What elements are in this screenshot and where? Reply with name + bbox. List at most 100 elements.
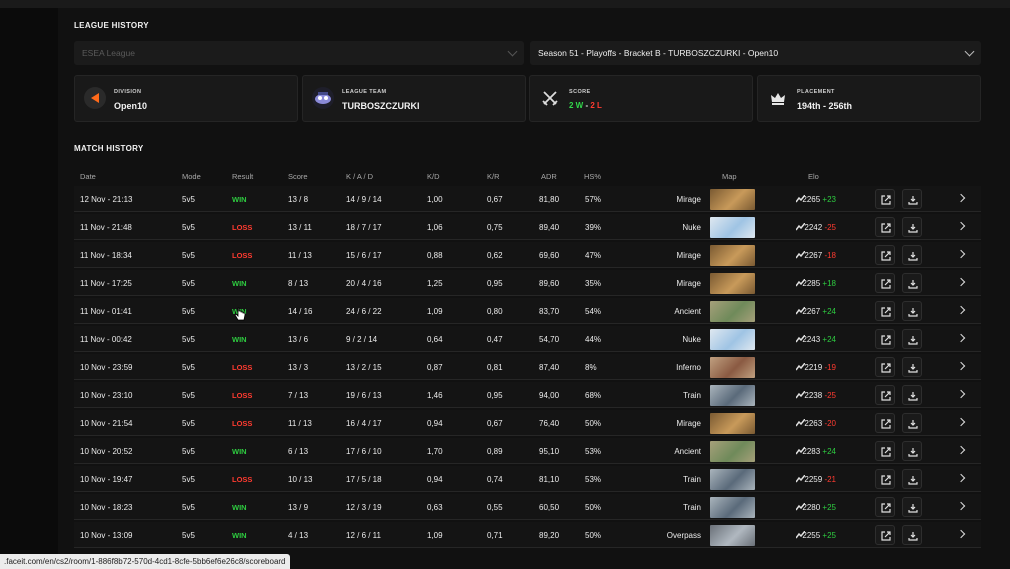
table-row[interactable]: 10 Nov - 23:10 5v5 LOSS 7 / 13 19 / 6 / 13 1,… xyxy=(74,382,981,408)
match-map: Mirage xyxy=(676,195,701,204)
download-demo-button[interactable] xyxy=(902,497,922,517)
chevron-right-icon[interactable] xyxy=(956,445,966,455)
table-row[interactable]: 11 Nov - 21:48 5v5 LOSS 13 / 11 18 / 7 / 17 1… xyxy=(74,214,981,240)
download-demo-button[interactable] xyxy=(902,217,922,237)
download-icon xyxy=(908,280,918,289)
match-kr: 0,81 xyxy=(487,363,503,372)
download-demo-button[interactable] xyxy=(902,189,922,209)
external-link-icon xyxy=(881,419,891,429)
table-row[interactable]: 11 Nov - 01:415v5WIN14 / 1624 / 6 / 221,… xyxy=(74,298,981,324)
division-value: Open10 xyxy=(114,101,148,111)
open-match-button[interactable] xyxy=(875,245,895,265)
table-row[interactable]: 10 Nov - 23:59 5v5 LOSS 13 / 3 13 / 2 / 15 0,… xyxy=(74,354,981,380)
match-mode: 5v5 xyxy=(182,279,195,288)
match-score: 10 / 13 xyxy=(288,475,313,484)
elo-delta: +25 xyxy=(822,503,836,512)
elo-value: 2263 -20 xyxy=(774,419,836,428)
table-row[interactable]: 11 Nov - 17:25 5v5 WIN 8 / 13 20 / 4 / 16 1,2… xyxy=(74,270,981,296)
chevron-right-icon[interactable] xyxy=(956,277,966,287)
season-select[interactable]: Season 51 - Playoffs - Bracket B - TURBO… xyxy=(530,41,981,65)
match-date: 10 Nov - 21:54 xyxy=(80,419,133,428)
match-kd: 1,09 xyxy=(427,307,443,316)
open-match-button[interactable] xyxy=(875,385,895,405)
table-row[interactable]: 10 Nov - 18:23 5v5 WIN 13 / 9 12 / 3 / 19 0,6… xyxy=(74,494,981,520)
table-row[interactable]: 11 Nov - 00:42 5v5 WIN 13 / 6 9 / 2 / 14 0,64… xyxy=(74,326,981,352)
download-demo-button[interactable] xyxy=(902,301,922,321)
match-map: Mirage xyxy=(676,419,701,428)
chevron-right-icon[interactable] xyxy=(956,389,966,399)
open-match-button[interactable] xyxy=(875,497,895,517)
chevron-right-icon[interactable] xyxy=(956,501,966,511)
chevron-right-icon[interactable] xyxy=(956,417,966,427)
download-demo-button[interactable] xyxy=(902,245,922,265)
match-kad: 9 / 2 / 14 xyxy=(346,335,378,344)
open-match-button[interactable] xyxy=(875,329,895,349)
match-result: LOSS xyxy=(232,363,253,372)
chevron-right-icon[interactable] xyxy=(956,529,966,539)
match-kad: 16 / 4 / 17 xyxy=(346,419,382,428)
external-link-icon xyxy=(881,391,891,401)
match-mode: 5v5 xyxy=(182,363,195,372)
open-match-button[interactable] xyxy=(875,413,895,433)
elo-value: 2259 -21 xyxy=(774,475,836,484)
elo-value: 2242 -25 xyxy=(774,223,836,232)
open-match-button[interactable] xyxy=(875,189,895,209)
match-kad: 19 / 6 / 13 xyxy=(346,391,382,400)
match-result: LOSS xyxy=(232,391,253,400)
external-link-icon xyxy=(881,475,891,485)
download-demo-button[interactable] xyxy=(902,413,922,433)
league-team-card[interactable]: LEAGUE TEAM TURBOSZCZURKI xyxy=(302,75,526,122)
download-demo-button[interactable] xyxy=(902,273,922,293)
chevron-right-icon[interactable] xyxy=(956,333,966,343)
open-match-button[interactable] xyxy=(875,301,895,321)
match-result: WIN xyxy=(232,531,247,540)
match-kd: 1,09 xyxy=(427,531,443,540)
open-match-button[interactable] xyxy=(875,525,895,545)
download-demo-button[interactable] xyxy=(902,525,922,545)
chevron-right-icon[interactable] xyxy=(956,193,966,203)
external-link-icon xyxy=(881,223,891,233)
score-value: 2 W - 2 L xyxy=(569,101,602,110)
download-demo-button[interactable] xyxy=(902,441,922,461)
chevron-right-icon[interactable] xyxy=(956,249,966,259)
chevron-right-icon[interactable] xyxy=(956,473,966,483)
table-row[interactable]: 10 Nov - 21:54 5v5 LOSS 11 / 13 16 / 4 / 17 0… xyxy=(74,410,981,436)
table-row[interactable]: 10 Nov - 19:47 5v5 LOSS 10 / 13 17 / 5 / 18 0… xyxy=(74,466,981,492)
open-match-button[interactable] xyxy=(875,469,895,489)
chevron-right-icon[interactable] xyxy=(956,361,966,371)
elo-delta: -20 xyxy=(824,419,836,428)
league-select[interactable]: ESEA League xyxy=(74,41,524,65)
open-match-button[interactable] xyxy=(875,273,895,293)
match-score: 4 / 13 xyxy=(288,531,309,540)
chevron-right-icon[interactable] xyxy=(956,221,966,231)
open-match-button[interactable] xyxy=(875,441,895,461)
chevron-down-icon xyxy=(507,46,518,57)
table-header: Date Mode Result Score K / A / D K/D K/R… xyxy=(74,168,981,186)
match-mode: 5v5 xyxy=(182,195,195,204)
download-demo-button[interactable] xyxy=(902,469,922,489)
open-match-button[interactable] xyxy=(875,357,895,377)
download-demo-button[interactable] xyxy=(902,385,922,405)
table-row[interactable]: 10 Nov - 20:52 5v5 WIN 6 / 13 17 / 6 / 10 1,7… xyxy=(74,438,981,464)
match-kd: 1,46 xyxy=(427,391,443,400)
elo-number: 2265 xyxy=(802,195,821,204)
placement-value: 194th - 256th xyxy=(797,101,853,111)
table-row[interactable]: 12 Nov - 21:13 5v5 WIN 13 / 8 14 / 9 / 14 1,0… xyxy=(74,186,981,212)
column-header-kr: K/R xyxy=(487,172,500,181)
match-adr: 89,40 xyxy=(539,223,560,232)
match-adr: 81,10 xyxy=(539,475,560,484)
elo-value: 2267 -18 xyxy=(774,251,836,260)
elo-delta: -25 xyxy=(824,223,836,232)
download-demo-button[interactable] xyxy=(902,357,922,377)
match-result: LOSS xyxy=(232,251,253,260)
match-kr: 0,71 xyxy=(487,531,503,540)
open-match-button[interactable] xyxy=(875,217,895,237)
table-row[interactable]: 10 Nov - 13:09 5v5 WIN 4 / 13 12 / 6 / 11 1,0… xyxy=(74,522,981,548)
download-demo-button[interactable] xyxy=(902,329,922,349)
match-date: 11 Nov - 00:42 xyxy=(80,335,132,344)
download-icon xyxy=(908,252,918,261)
match-mode: 5v5 xyxy=(182,503,195,512)
elo-number: 2283 xyxy=(802,447,821,456)
table-row[interactable]: 11 Nov - 18:34 5v5 LOSS 11 / 13 15 / 6 / 17 0… xyxy=(74,242,981,268)
chevron-right-icon[interactable] xyxy=(956,305,966,315)
